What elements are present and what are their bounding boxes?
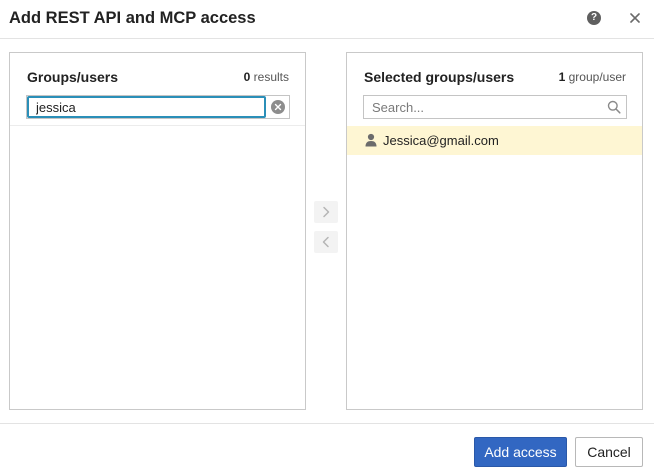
chevron-left-icon bbox=[322, 236, 329, 248]
remove-selected-button[interactable] bbox=[314, 231, 338, 253]
selected-item-label: Jessica@gmail.com bbox=[383, 133, 499, 148]
clear-icon[interactable] bbox=[271, 100, 285, 114]
help-icon[interactable]: ? bbox=[587, 11, 601, 25]
results-count-unit: results bbox=[250, 70, 289, 84]
cancel-button[interactable]: Cancel bbox=[575, 437, 643, 467]
dialog-footer: Add access Cancel bbox=[0, 423, 654, 475]
dialog-header: Add REST API and MCP access ? bbox=[0, 0, 654, 39]
list-item[interactable]: Jessica@gmail.com bbox=[347, 126, 642, 155]
groups-users-search-input[interactable] bbox=[27, 96, 266, 118]
selected-search-input[interactable] bbox=[364, 96, 602, 118]
selected-count: 1 group/user bbox=[559, 70, 626, 84]
results-count: 0 results bbox=[244, 70, 289, 84]
close-icon[interactable] bbox=[626, 9, 644, 27]
selected-count-unit: group/user bbox=[565, 70, 626, 84]
groups-users-search bbox=[26, 95, 290, 119]
selected-panel-title: Selected groups/users bbox=[364, 69, 515, 85]
chevron-right-icon bbox=[323, 206, 330, 218]
list-divider bbox=[10, 125, 305, 126]
dialog-title: Add REST API and MCP access bbox=[9, 9, 256, 27]
search-icon bbox=[607, 100, 621, 114]
available-groups-users-panel: Groups/users 0 results bbox=[9, 52, 306, 410]
add-access-dialog: Add REST API and MCP access ? Groups/use… bbox=[0, 0, 654, 475]
add-access-button[interactable]: Add access bbox=[474, 437, 567, 467]
user-icon bbox=[364, 133, 378, 147]
available-panel-title: Groups/users bbox=[27, 69, 119, 85]
add-selected-button[interactable] bbox=[314, 201, 338, 223]
selected-groups-users-panel: Selected groups/users 1 group/user Jessi… bbox=[346, 52, 643, 410]
selected-search bbox=[363, 95, 627, 119]
